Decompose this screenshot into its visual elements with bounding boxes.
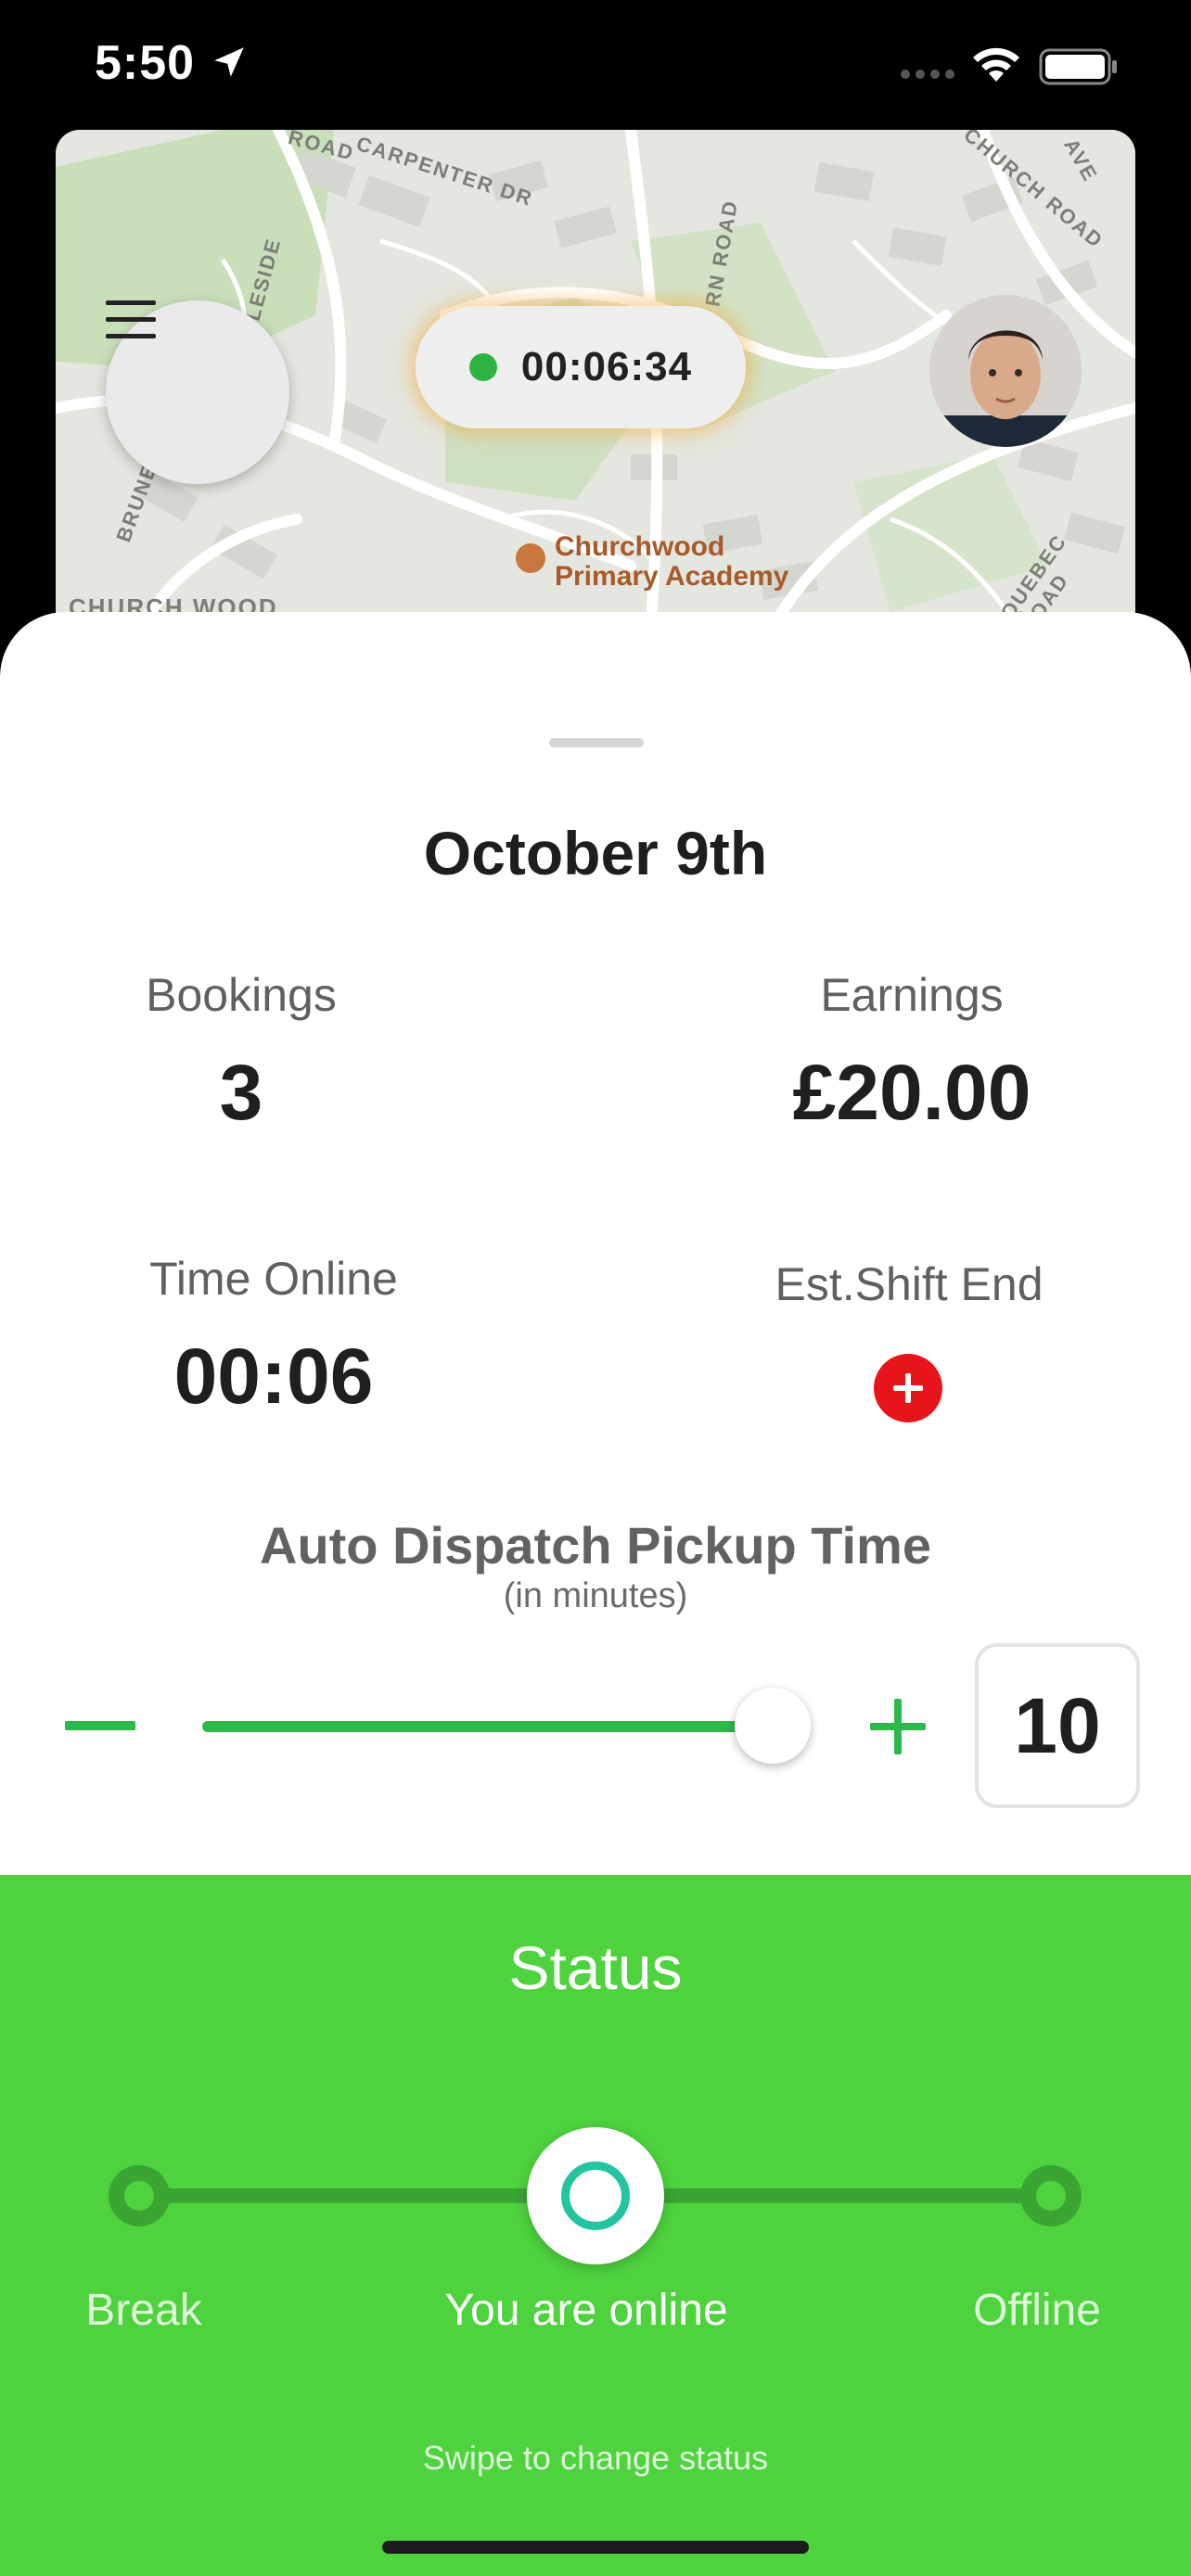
status-bar: 5:50 [0,0,1191,130]
map-view[interactable]: CARPENTER DR INGLESIDE BRUNEL R CHURCH R… [56,130,1135,649]
status-title: Status [508,1933,683,2002]
battery-icon [1039,48,1117,85]
auto-dispatch-title: Auto Dispatch Pickup Time [260,1516,931,1575]
pickup-time-slider-track[interactable] [202,1721,773,1732]
sheet-drag-handle[interactable] [549,738,644,747]
bookings-value: 3 [219,1049,263,1136]
status-time: 5:50 [95,36,196,90]
auto-dispatch-subtitle: (in minutes) [503,1576,688,1615]
pickup-time-slider-thumb[interactable] [735,1688,811,1764]
pickup-time-value[interactable]: 10 [975,1643,1140,1808]
bookings-label: Bookings [146,969,337,1021]
avatar[interactable] [929,295,1082,447]
status-panel: Status Break You are online Offline Swip… [0,1875,1191,2576]
wifi-icon [973,47,1019,82]
online-status-dot [468,353,497,381]
summary-sheet: October 9th Bookings 3 Earnings £20.00 T… [0,612,1191,1875]
offline-node[interactable] [1020,2165,1082,2226]
status-switch-knob[interactable] [527,2127,664,2264]
status-option-offline[interactable]: Offline [955,2285,1119,2336]
map-poi[interactable]: Churchwood Primary Academy [516,532,788,592]
status-option-online[interactable]: You are online [408,2285,764,2336]
earnings-value: £20.00 [792,1049,1031,1136]
decrease-button[interactable] [65,1721,135,1730]
add-shift-end-button[interactable] [874,1354,942,1422]
menu-button[interactable] [106,300,289,484]
school-icon [516,543,545,573]
online-timer: 00:06:34 [520,344,693,389]
increase-button[interactable] [868,1697,928,1756]
shift-end-label: Est.Shift End [775,1258,1044,1310]
location-arrow-icon [214,47,244,77]
driver-photo [929,295,1082,447]
poi-name-line1: Churchwood [555,531,725,562]
poi-name-line2: Primary Academy [555,561,789,592]
home-indicator[interactable] [382,2541,809,2554]
swipe-hint: Swipe to change status [422,2439,769,2477]
time-online-label: Time Online [149,1253,398,1305]
signal-dots-icon [901,70,954,79]
break-node[interactable] [109,2165,170,2226]
earnings-label: Earnings [820,969,1004,1021]
summary-date: October 9th [423,819,768,887]
online-ring-icon [561,2162,630,2230]
status-option-break[interactable]: Break [56,2285,232,2336]
plus-icon [893,1373,923,1403]
time-online-value: 00:06 [173,1333,374,1420]
hamburger-menu-icon [106,300,156,338]
online-timer-pill: 00:06:34 [416,306,746,428]
